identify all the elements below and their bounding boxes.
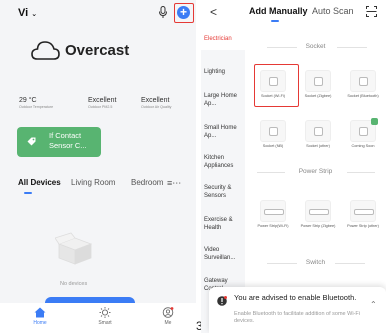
chevron-up-icon[interactable]: ⌃ [370, 300, 377, 309]
tag-icon [27, 137, 36, 146]
nav-label: Home [33, 320, 47, 326]
home-name: Vi [18, 7, 29, 19]
device-power-strip-other[interactable]: Power Strip (other) [340, 200, 386, 229]
category-video-surveillance[interactable]: Video Surveillan... [201, 246, 241, 262]
nav-home[interactable]: Home [20, 307, 60, 326]
bluetooth-toast[interactable]: You are advised to enable Bluetooth. Ena… [209, 287, 386, 333]
scan-icon[interactable] [366, 6, 377, 17]
section-title-socket: Socket [245, 43, 386, 50]
weather-stat-temperature: 29 °C Outdoor Temperature [19, 97, 53, 109]
device-power-strip-zigbee[interactable]: Power Strip (Zigbee) [295, 200, 341, 229]
stat-value: 29 °C [19, 97, 37, 104]
tab-bedroom[interactable]: Bedroom [131, 178, 163, 187]
home-icon [34, 307, 46, 318]
warning-icon [217, 296, 227, 306]
category-electrician[interactable]: Electrician [201, 28, 245, 50]
empty-box-icon [55, 232, 93, 265]
tab-add-manually[interactable]: Add Manually [249, 6, 308, 16]
add-device-header: < Add Manually Auto Scan [201, 0, 386, 28]
device-coming-soon[interactable]: Coming Soon [340, 118, 386, 149]
active-tab-indicator [24, 192, 32, 194]
stat-value: Excellent [141, 97, 170, 104]
scene-card-label-1: If Contact [49, 131, 82, 140]
home-screen: Vi ⌄ + Overcast 29 °C Outdoor Temperatur… [0, 0, 196, 333]
device-socket-bluetooth[interactable]: Socket (Bluetooth) [340, 70, 386, 99]
selection-highlight [254, 64, 299, 107]
toast-title: You are advised to enable Bluetooth. [234, 293, 357, 302]
category-lighting[interactable]: Lighting [201, 68, 245, 76]
weather-stat-pm25: Excellent Outdoor PM2.5 [88, 97, 116, 109]
toast-body: Enable Bluetooth to facilitate addition … [234, 311, 360, 324]
category-exercise-health[interactable]: Exercise & Health [201, 216, 241, 232]
add-device-screen: < Add Manually Auto Scan Electrician Lig… [201, 0, 386, 333]
nav-label: Me [164, 320, 172, 326]
microphone-icon[interactable] [158, 6, 168, 19]
home-header: Vi ⌄ + [0, 0, 196, 26]
nav-me[interactable]: Me [148, 307, 188, 326]
more-tabs-icon[interactable]: ≡⋯ [167, 178, 181, 189]
cloud-icon [31, 41, 60, 60]
device-power-strip-wifi[interactable]: Power Strip(Wi-Fi) [250, 200, 296, 229]
stat-value: Excellent [88, 97, 117, 104]
scene-card-label-2: Sensor C... [49, 141, 87, 150]
category-kitchen-appliances[interactable]: Kitchen Appliances [201, 154, 241, 170]
bottom-nav: Home Smart Me [0, 303, 196, 333]
weather-stat-air-quality: Excellent Outdoor Air Quality [141, 97, 171, 109]
weather-condition: Overcast [65, 42, 130, 59]
tab-all-devices[interactable]: All Devices [18, 178, 61, 187]
nav-smart[interactable]: Smart [85, 307, 125, 326]
device-socket-other[interactable]: Socket (other) [295, 120, 341, 149]
category-large-home-appliances[interactable]: Large Home Ap... [201, 92, 241, 108]
add-device-button[interactable]: + [177, 6, 190, 19]
back-icon[interactable]: < [210, 5, 217, 19]
section-title-power-strip: Power Strip [245, 168, 386, 175]
me-icon [162, 307, 174, 318]
nav-label: Smart [98, 320, 112, 326]
smart-icon [99, 307, 111, 318]
scene-card[interactable]: If Contact Sensor C... [17, 127, 101, 157]
stat-label: Outdoor Air Quality [141, 105, 172, 109]
empty-state-text: No devices [60, 281, 88, 287]
category-small-home-appliances[interactable]: Small Home Ap... [201, 124, 241, 140]
section-title-switch: Switch [245, 259, 386, 266]
device-socket-nb[interactable]: Socket (NB) [250, 120, 296, 149]
stat-label: Outdoor PM2.5 [88, 105, 113, 109]
chevron-down-icon: ⌄ [31, 11, 38, 18]
add-device-highlight: + [174, 3, 194, 23]
home-selector[interactable]: Vi ⌄ [18, 7, 37, 19]
device-socket-zigbee[interactable]: Socket (Zigbee) [295, 70, 341, 99]
tab-auto-scan[interactable]: Auto Scan [312, 6, 354, 16]
tab-living-room[interactable]: Living Room [71, 178, 115, 187]
category-security-sensors[interactable]: Security & Sensors [201, 184, 241, 200]
stat-label: Outdoor Temperature [19, 105, 54, 109]
active-tab-indicator [271, 20, 279, 22]
